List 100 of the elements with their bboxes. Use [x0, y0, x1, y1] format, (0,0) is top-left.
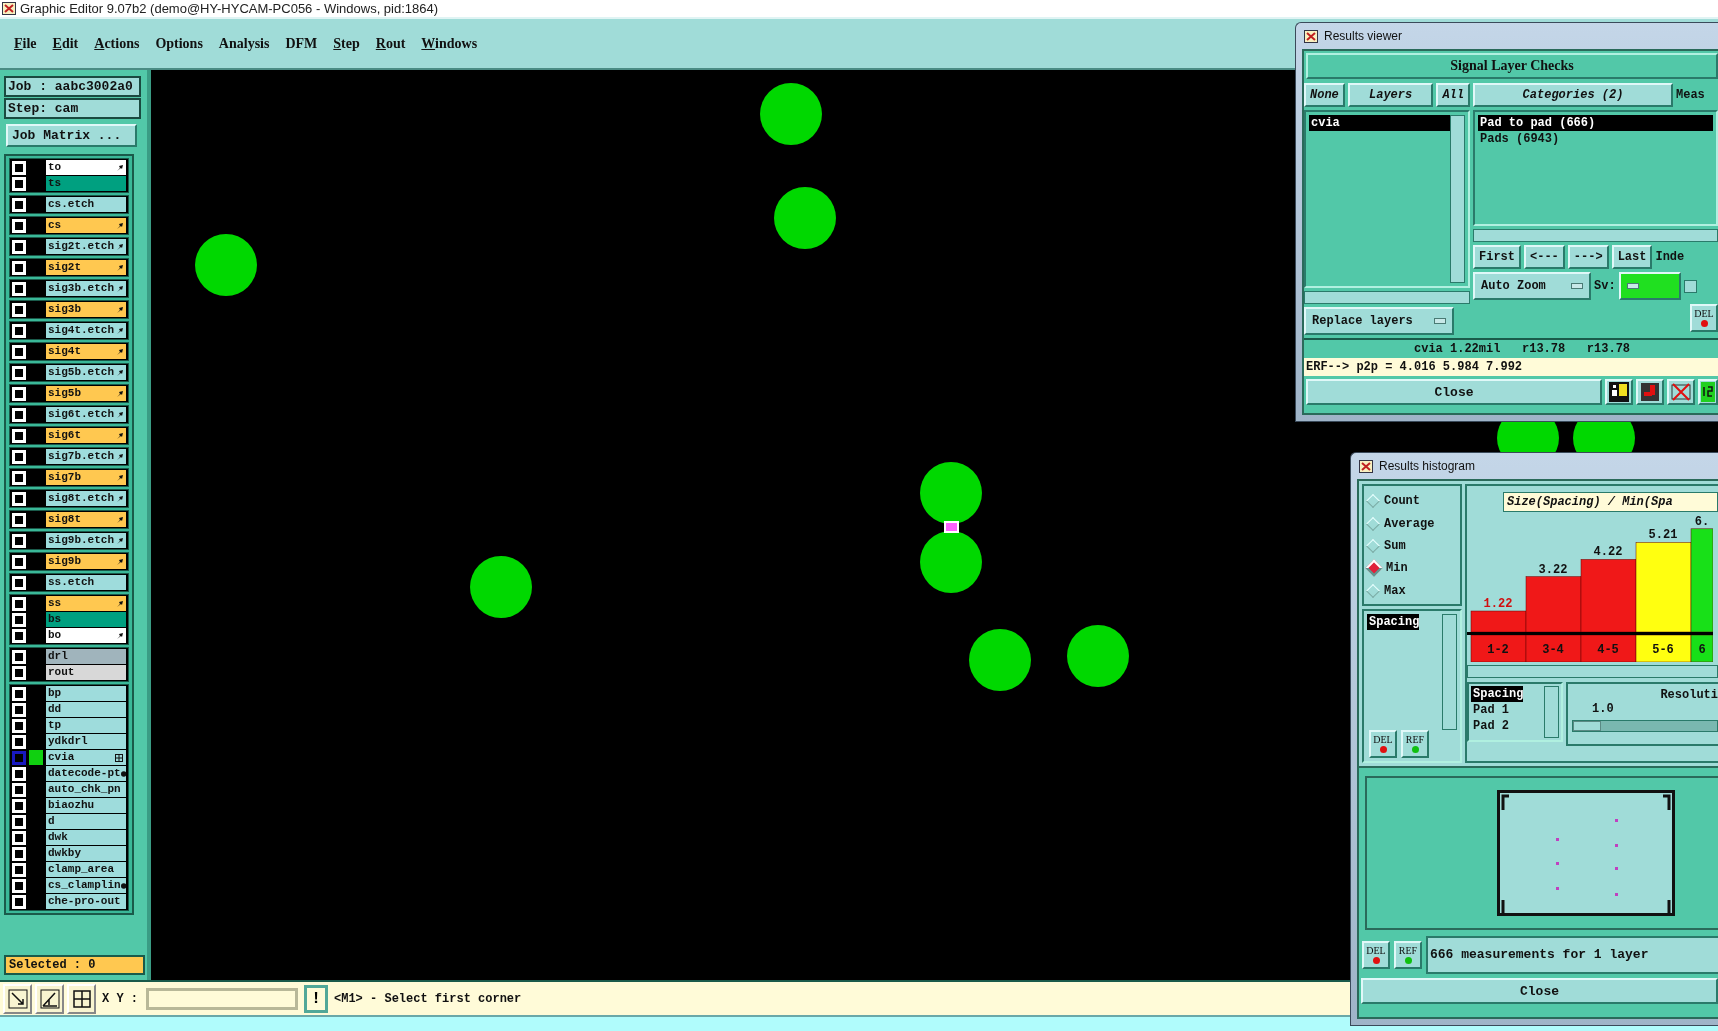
layer-name[interactable]: sig8t: [46, 512, 126, 527]
nav-button[interactable]: Last: [1611, 245, 1653, 269]
layer-name[interactable]: cs.etch: [46, 197, 126, 212]
scrollbar[interactable]: [1467, 665, 1718, 678]
layer-name[interactable]: sig8t.etch: [46, 491, 126, 506]
layer-name[interactable]: to: [46, 160, 126, 175]
menu-item[interactable]: Rout: [375, 35, 406, 52]
layer-name[interactable]: sig6t: [46, 428, 126, 443]
alert-button[interactable]: !: [304, 984, 328, 1013]
menu-item[interactable]: Step: [333, 35, 360, 52]
layer-name[interactable]: datecode-pt: [46, 766, 126, 781]
layer-name[interactable]: sig5b.etch: [46, 365, 126, 380]
layer-name[interactable]: bs: [46, 612, 126, 627]
layer-filter-button[interactable]: None: [1304, 83, 1345, 107]
layer-name[interactable]: sig7b.etch: [46, 449, 126, 464]
delete-button[interactable]: DEL: [1362, 941, 1390, 969]
list-item[interactable]: Pad to pad (666): [1478, 115, 1713, 131]
layer-name[interactable]: clamp_area: [46, 862, 126, 877]
mode-radio[interactable]: Average: [1368, 516, 1460, 531]
layer-filter-button[interactable]: Layers: [1347, 83, 1434, 107]
menu-item[interactable]: File: [14, 35, 37, 52]
mode-radio[interactable]: Min: [1368, 561, 1460, 576]
menu-item[interactable]: Analysis: [218, 35, 270, 52]
replace-layers-dropdown[interactable]: Replace layers: [1304, 307, 1454, 335]
layer-filter-button[interactable]: All: [1436, 83, 1470, 107]
scrollbar[interactable]: [1442, 614, 1457, 730]
layer-name[interactable]: sig6t.etch: [46, 407, 126, 422]
list-item[interactable]: Pad 2: [1471, 718, 1509, 734]
mode-radio[interactable]: Max: [1368, 583, 1460, 598]
list-item[interactable]: cvia: [1309, 115, 1450, 131]
layer-name[interactable]: d: [46, 814, 126, 829]
menu-item[interactable]: Actions: [94, 35, 140, 52]
checkbox[interactable]: [1683, 279, 1697, 293]
menu-item[interactable]: Windows: [421, 35, 478, 52]
layer-name[interactable]: sig3b.etch: [46, 281, 126, 296]
layer-name[interactable]: dwkby: [46, 846, 126, 861]
numbered-button[interactable]: [1698, 379, 1718, 405]
figure-button[interactable]: [1605, 379, 1633, 405]
mode-radio[interactable]: Sum: [1368, 538, 1460, 553]
layer-name[interactable]: sig5b: [46, 386, 126, 401]
layer-name[interactable]: sig9b.etch: [46, 533, 126, 548]
coordinate-field[interactable]: [146, 987, 298, 1010]
layer-name[interactable]: che-pro-out: [46, 894, 126, 909]
layer-name[interactable]: bp: [46, 686, 126, 701]
close-button[interactable]: Close: [1306, 379, 1602, 405]
layer-name[interactable]: sig4t.etch: [46, 323, 126, 338]
scrollbar[interactable]: [1304, 291, 1470, 304]
layer-name[interactable]: sig2t: [46, 260, 126, 275]
layer-name[interactable]: sig7b: [46, 470, 126, 485]
layer-name[interactable]: sig9b: [46, 554, 126, 569]
layer-name[interactable]: sig3b: [46, 302, 126, 317]
layer-name[interactable]: auto_chk_pn: [46, 782, 126, 797]
measure-tool-button[interactable]: [35, 983, 64, 1014]
slider-thumb[interactable]: [1573, 721, 1602, 731]
resolution-slider[interactable]: [1572, 720, 1718, 732]
refresh-button[interactable]: REF: [1401, 730, 1429, 758]
auto-zoom-dropdown[interactable]: Auto Zoom: [1473, 272, 1591, 300]
layer-name[interactable]: biaozhu: [46, 798, 126, 813]
close-button[interactable]: Close: [1361, 978, 1718, 1004]
layer-name[interactable]: ss: [46, 596, 126, 611]
job-matrix-button[interactable]: Job Matrix ...: [6, 124, 137, 147]
nav-button[interactable]: <---: [1524, 245, 1565, 269]
layer-name[interactable]: sig2t.etch: [46, 239, 126, 254]
layer-name[interactable]: ss.etch: [46, 575, 126, 590]
mode-radio[interactable]: Count: [1368, 494, 1460, 509]
layer-name[interactable]: tp: [46, 718, 126, 733]
nav-button[interactable]: --->: [1567, 245, 1609, 269]
refresh-button[interactable]: REF: [1394, 941, 1422, 969]
layer-name[interactable]: sig4t: [46, 344, 126, 359]
scrollbar[interactable]: [1450, 115, 1465, 283]
layer-name[interactable]: bo: [46, 628, 126, 643]
layer-name[interactable]: ts: [46, 176, 126, 191]
zoom-tool-button[interactable]: [3, 983, 32, 1014]
layer-name[interactable]: rout: [46, 665, 126, 680]
categories-button[interactable]: Categories (2): [1473, 83, 1673, 107]
scrollbar[interactable]: [1544, 686, 1559, 738]
crossed-out-button[interactable]: [1667, 379, 1695, 405]
menu-item[interactable]: DFM: [285, 35, 318, 52]
dropdown-icon: [1571, 283, 1583, 289]
layer-name[interactable]: drl: [46, 649, 126, 664]
flag-button[interactable]: [1636, 379, 1664, 405]
layer-name[interactable]: dd: [46, 702, 126, 717]
scrollbar[interactable]: [1473, 229, 1718, 242]
nav-button[interactable]: First: [1473, 245, 1521, 269]
menu-item[interactable]: Edit: [52, 35, 79, 52]
layer-name[interactable]: cs: [46, 218, 126, 233]
list-item[interactable]: Spacing: [1471, 686, 1524, 702]
list-item[interactable]: Spacing: [1367, 614, 1420, 630]
layer-name[interactable]: ydkdrl: [46, 734, 126, 749]
layer-checkbox[interactable]: [12, 750, 26, 765]
sv-dropdown[interactable]: [1618, 272, 1681, 300]
layer-name[interactable]: cs_clamplin: [46, 878, 126, 893]
layer-name[interactable]: cvia: [46, 750, 126, 765]
list-item[interactable]: Pads (6943): [1478, 131, 1713, 147]
grid-tool-button[interactable]: [67, 983, 96, 1014]
menu-item[interactable]: Options: [155, 35, 203, 52]
list-item[interactable]: Pad 1: [1471, 702, 1509, 718]
delete-button[interactable]: DEL: [1369, 730, 1397, 758]
layer-name[interactable]: dwk: [46, 830, 126, 845]
delete-button[interactable]: DEL: [1690, 304, 1718, 332]
